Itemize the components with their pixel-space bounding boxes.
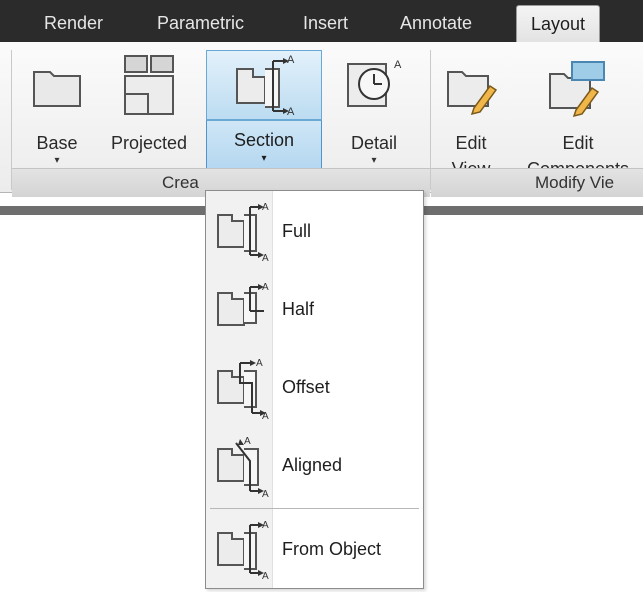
section-view-icon: A A [236,55,295,117]
menu-item-full-label: Full [282,221,312,241]
menu-item-from-object-label: From Object [282,539,382,559]
section-dropdown-menu: A A Full A Half A A Offset A A Aligned A… [205,190,424,589]
menu-item-from-object[interactable]: A A From Object [206,511,423,587]
section-button-top[interactable]: A A [206,50,322,120]
chevron-down-icon: ▾ [261,153,267,164]
svg-text:A: A [256,358,263,369]
detail-label: Detail [350,133,398,153]
svg-text:A: A [262,489,269,497]
svg-text:A: A [262,520,269,531]
edit-view-icon [447,71,498,116]
tab-render[interactable]: Render [44,6,103,40]
tab-insert[interactable]: Insert [303,6,348,40]
modify-panel-title: Modify Vie [535,173,615,192]
svg-text:A: A [262,202,269,213]
half-section-icon: A [217,282,269,326]
projected-label: Projected [110,133,188,153]
svg-text:A: A [262,253,269,261]
svg-text:A: A [287,55,295,66]
modify-panel-title-bar[interactable]: Modify Vie [431,168,643,197]
menu-item-offset[interactable]: A A Offset [206,349,423,425]
svg-text:A: A [262,282,269,293]
tab-layout[interactable]: Layout [516,5,601,44]
menu-item-half[interactable]: A Half [206,271,423,347]
chevron-down-icon: ▾ [371,155,377,166]
edit-components-icon [549,61,605,118]
menu-item-half-label: Half [282,299,315,319]
ribbon-tab-bar: Render Parametric Insert Annotate Layout [0,0,643,44]
from-object-section-icon: A A [217,520,269,581]
tab-parametric[interactable]: Parametric [157,6,244,40]
edit-view-label-1: Edit [455,133,487,153]
menu-item-aligned[interactable]: A A Aligned [206,427,423,503]
edit-components-label-1: Edit [562,133,594,153]
projected-view-icon [124,55,174,115]
section-label: Section [233,130,295,150]
svg-text:A: A [262,411,269,419]
base-view-icon [33,71,81,107]
menu-item-full[interactable]: A A Full [206,193,423,269]
chevron-down-icon: ▾ [54,155,60,166]
svg-text:A: A [244,436,251,447]
svg-text:A: A [287,106,295,117]
tab-annotate[interactable]: Annotate [400,6,472,40]
create-panel-title: Crea [162,173,199,192]
menu-item-offset-label: Offset [282,377,330,397]
svg-text:A: A [262,571,269,581]
aligned-section-icon: A A [217,436,269,497]
svg-text:A: A [394,59,402,71]
menu-separator [210,508,419,509]
menu-item-aligned-label: Aligned [282,455,343,475]
detail-view-icon: A [347,59,402,107]
offset-section-icon: A A [217,358,269,419]
base-label: Base [36,133,78,153]
full-section-icon: A A [217,202,269,261]
